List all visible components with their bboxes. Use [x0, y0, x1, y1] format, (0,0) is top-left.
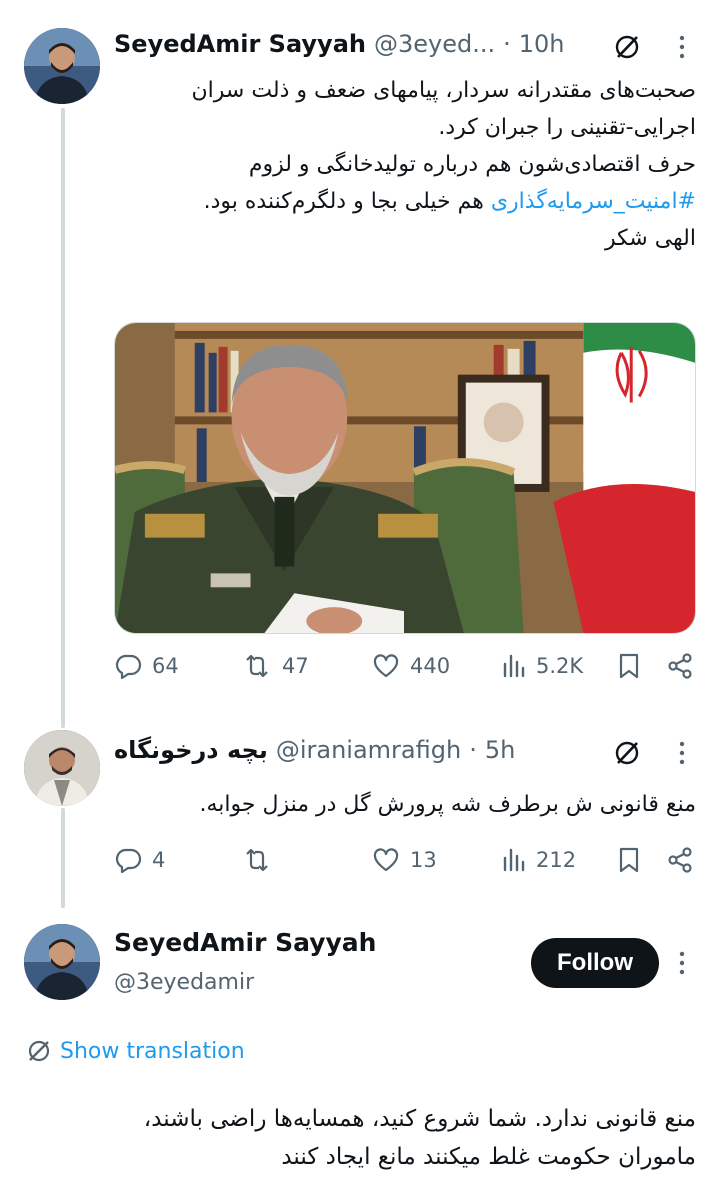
share-icon — [668, 653, 692, 679]
author-name[interactable]: SeyedAmir Sayyah — [114, 928, 376, 957]
tweet-text: صحبت‌های مقتدرانه سردار، پیامهای ضعف و ذ… — [114, 72, 696, 257]
bookmark-icon — [619, 847, 639, 873]
tweet-header: بچه درخونگاه @iraniamrafigh · 5h — [114, 736, 515, 764]
avatar[interactable] — [24, 730, 100, 806]
tweet-text-line: الهی شکر — [604, 226, 696, 251]
show-translation-label: Show translation — [60, 1038, 245, 1064]
tweet-text-line: حرف اقتصادی‌شون هم درباره تولیدخانگی و ل… — [248, 152, 696, 177]
author-name[interactable]: SeyedAmir Sayyah — [114, 30, 366, 58]
avatar[interactable] — [24, 28, 100, 104]
repost-icon — [246, 848, 268, 872]
bookmark-icon — [619, 653, 639, 679]
more-icon[interactable] — [668, 946, 696, 980]
tweet-text-line: منع قانونی ش برطرف شه پرورش گل در منزل ج… — [199, 792, 697, 817]
tweet-text-segment: هم خیلی بجا و دلگرم‌کننده بود. — [203, 189, 491, 214]
avatar[interactable] — [24, 924, 100, 1000]
reply-icon — [115, 848, 142, 874]
repost-count: 47 — [282, 654, 309, 678]
more-icon[interactable] — [668, 736, 696, 770]
share-button[interactable] — [666, 652, 694, 680]
author-handle[interactable]: @iraniamrafigh — [276, 736, 461, 764]
reply-button[interactable]: 64 — [114, 652, 179, 680]
repost-button[interactable]: 47 — [242, 652, 309, 680]
reply-button[interactable]: 4 — [114, 846, 165, 874]
views-count: 212 — [536, 848, 577, 872]
reply-count: 64 — [152, 654, 179, 678]
thread-line — [61, 108, 65, 728]
like-count: 440 — [410, 654, 451, 678]
author-handle[interactable]: @3eyedamir — [114, 970, 254, 995]
separator-dot: · — [503, 30, 511, 58]
tweet-text: منع قانونی ش برطرف شه پرورش گل در منزل ج… — [114, 786, 697, 823]
views-count: 5.2K — [536, 654, 584, 678]
like-icon — [373, 654, 399, 678]
like-icon — [373, 848, 399, 872]
views-icon — [503, 848, 525, 872]
views-button[interactable]: 212 — [502, 846, 576, 874]
tweet-text-line: #امنیت_سرمایه‌گذاری هم خیلی بجا و دلگرم‌… — [114, 183, 696, 220]
views-button[interactable]: 5.2K — [502, 652, 583, 680]
translate-icon — [28, 1040, 50, 1062]
repost-button[interactable] — [242, 846, 282, 874]
tweet-text-line: ماموران حکومت غلط میکنند مانع ایجاد کنند — [281, 1144, 696, 1170]
more-icon[interactable] — [668, 30, 696, 64]
thread-line — [61, 808, 65, 908]
bookmark-button[interactable] — [618, 846, 640, 874]
tweet-text-line: منع قانونی ندارد. شما شروع کنید، همسایه‌… — [143, 1106, 696, 1132]
show-translation-link[interactable]: Show translation — [26, 1038, 245, 1064]
reply-icon — [115, 654, 142, 680]
separator-dot: · — [469, 736, 477, 764]
tweet-text-line: صحبت‌های مقتدرانه سردار، پیامهای ضعف و ذ… — [191, 78, 696, 103]
like-button[interactable]: 440 — [372, 652, 450, 680]
tweet-text: منع قانونی ندارد. شما شروع کنید، همسایه‌… — [26, 1100, 696, 1176]
views-icon — [503, 654, 525, 678]
like-button[interactable]: 13 — [372, 846, 437, 874]
reply-count: 4 — [152, 848, 166, 872]
timestamp[interactable]: 5h — [485, 736, 515, 764]
hashtag-link[interactable]: #امنیت_سرمایه‌گذاری — [491, 189, 696, 214]
author-handle[interactable]: @3eyed... — [374, 30, 495, 58]
tweet-text-line: اجرایی-تقنینی را جبران کرد. — [438, 115, 696, 140]
grok-icon[interactable] — [610, 736, 644, 770]
follow-button[interactable]: Follow — [531, 938, 659, 988]
timestamp[interactable]: 10h — [519, 30, 565, 58]
author-name[interactable]: بچه درخونگاه — [114, 736, 268, 764]
share-button[interactable] — [666, 846, 694, 874]
repost-icon — [246, 654, 268, 678]
tweet-header: SeyedAmir Sayyah @3eyed... · 10h — [114, 30, 565, 58]
grok-icon[interactable] — [610, 30, 644, 64]
tweet-media[interactable] — [114, 322, 696, 634]
like-count: 13 — [410, 848, 437, 872]
bookmark-button[interactable] — [618, 652, 640, 680]
share-icon — [668, 847, 692, 873]
